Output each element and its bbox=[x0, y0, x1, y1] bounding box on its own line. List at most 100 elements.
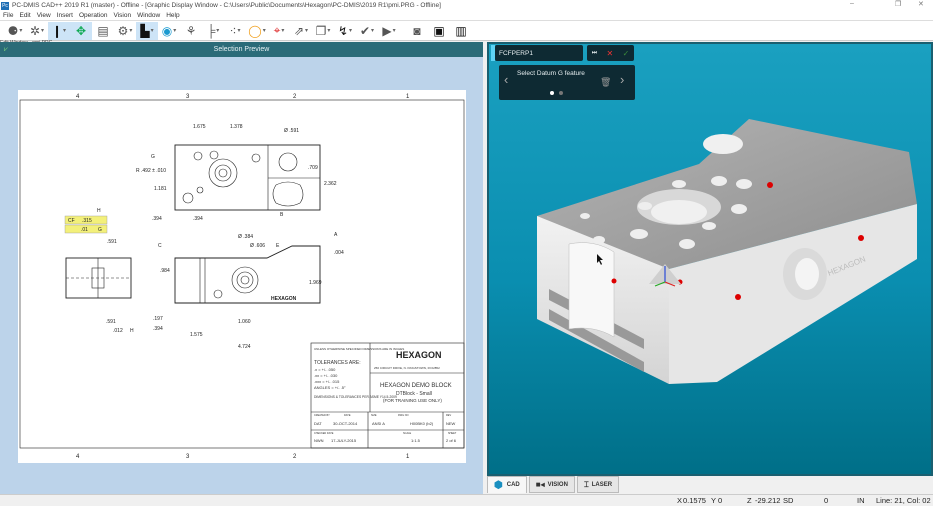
front-view bbox=[174, 245, 321, 304]
dim: 1.060 bbox=[238, 319, 251, 325]
panel-title: Selection Preview bbox=[213, 46, 270, 53]
view-tabs: ⬢ CAD ■◂ VISION ⌶ LASER bbox=[487, 476, 933, 494]
check-icon[interactable]: ✔ ▾ bbox=[356, 22, 378, 40]
fcf: .004 bbox=[334, 250, 344, 256]
dim: 4.724 bbox=[238, 344, 251, 350]
menu-bar: File Edit View Insert Operation Vision W… bbox=[0, 11, 933, 21]
sd-label: SD bbox=[783, 496, 794, 505]
app-icon: Pc bbox=[1, 1, 9, 10]
scatter-icon[interactable]: ⁖ ▾ bbox=[224, 22, 246, 40]
laser-icon: ⌶ bbox=[583, 479, 589, 489]
tb-date: 30-OCT-2014 bbox=[333, 421, 358, 426]
col-label: 1 bbox=[406, 454, 410, 460]
tb-address: 250 CIRCUIT DRIVE, N. KINGSTOWN, RI 0285… bbox=[374, 366, 440, 370]
dim: 1.181 bbox=[154, 186, 167, 192]
tb-date: 17-JULY-2015 bbox=[331, 438, 357, 443]
col-label: 3 bbox=[186, 454, 190, 460]
probe-mode-icon[interactable]: ✲ ▾ bbox=[26, 22, 48, 40]
tb-label: SHEET bbox=[448, 432, 457, 435]
col-label: 1 bbox=[406, 94, 410, 100]
layout-icon[interactable]: ▥ bbox=[450, 22, 472, 40]
path-icon[interactable]: ↯ ▾ bbox=[334, 22, 356, 40]
viewset-icon[interactable]: ✥ bbox=[70, 21, 92, 40]
camera-icon[interactable]: ◙ bbox=[406, 22, 428, 40]
cad-model-view[interactable]: HEXAGON bbox=[489, 44, 931, 474]
menu-window[interactable]: Window bbox=[137, 12, 160, 19]
z-label: Z bbox=[747, 496, 752, 505]
restore-button[interactable]: ❐ bbox=[895, 0, 901, 8]
tb-dwg: H00BK0 (b2) bbox=[410, 421, 434, 426]
fcf: Ø .606 bbox=[250, 243, 265, 249]
circle-feature-icon[interactable]: ◯ ▾ bbox=[246, 22, 268, 40]
comment-icon[interactable]: ▤ bbox=[92, 22, 114, 40]
x-value: 0.1575 bbox=[683, 496, 706, 505]
tb-label: REV bbox=[446, 414, 451, 417]
alignment-icon[interactable]: ❙ ▾ bbox=[48, 21, 70, 40]
datum-label: A bbox=[334, 232, 338, 238]
tb-tol: .x = +/- .050 bbox=[314, 367, 336, 372]
dim: .394 bbox=[152, 216, 162, 222]
x-label: X bbox=[677, 496, 683, 505]
dim: 1.378 bbox=[230, 124, 243, 130]
dim: 1.675 bbox=[193, 124, 206, 130]
dimension-icon[interactable]: ╞ ▾ bbox=[202, 22, 224, 40]
graph-icon[interactable]: ⇗ ▾ bbox=[290, 22, 312, 40]
col-label: 4 bbox=[76, 454, 80, 460]
selection-preview-header: ⩗ Selection Preview bbox=[0, 42, 483, 57]
row-label: C bbox=[18, 229, 19, 235]
cf-label: CF bbox=[68, 218, 75, 224]
menu-operation[interactable]: Operation bbox=[79, 12, 108, 19]
probe-icon[interactable]: ⚈ ▾ bbox=[4, 22, 26, 40]
graphic-display-window[interactable]: FCFPERP1 ⏭ ✕ ✓ Select Datum G feature ‹ … bbox=[487, 42, 933, 476]
y-label: Y bbox=[711, 496, 717, 505]
settings-icon[interactable]: ⚙ ▾ bbox=[114, 22, 136, 40]
datum-label: B bbox=[280, 212, 284, 218]
menu-insert[interactable]: Insert bbox=[57, 12, 73, 19]
operator-mode-icon[interactable]: ▙ ▾ bbox=[136, 21, 158, 40]
menu-view[interactable]: View bbox=[37, 12, 51, 19]
menu-edit[interactable]: Edit bbox=[19, 12, 30, 19]
dim: .984 bbox=[160, 268, 170, 274]
z-value: -29.212 bbox=[755, 496, 781, 505]
auto-feature-icon[interactable]: ◉ ▾ bbox=[158, 22, 180, 40]
dim: .591 bbox=[106, 319, 116, 325]
selection-preview-panel: ⩗ Selection Preview 4 3 2 1 4 3 2 1 D C … bbox=[0, 42, 483, 494]
toolbar: ⚈ ▾ ✲ ▾ ❙ ▾ ✥ ▤ ⚙ ▾ ▙ ▾ ◉ ▾ ⚘ ╞ ▾ ⁖ ▾ ◯ ▾ ⌖ ▾ ⇗ ▾ ❐… bbox=[0, 21, 933, 41]
dim: .591 bbox=[107, 239, 117, 245]
part-logo: HEXAGON bbox=[271, 296, 297, 302]
units: IN bbox=[857, 496, 865, 505]
close-button[interactable]: ✕ bbox=[918, 0, 924, 8]
dim: .394 bbox=[153, 326, 163, 332]
cube-icon: ⬢ bbox=[494, 479, 503, 491]
report-icon[interactable]: ▣ bbox=[428, 22, 450, 40]
side-view bbox=[65, 257, 132, 299]
dim: 1.575 bbox=[190, 332, 203, 338]
constructed-feature-icon[interactable]: ⚘ bbox=[180, 22, 202, 40]
fcf: .01 bbox=[81, 227, 88, 233]
dim: .315 bbox=[82, 218, 92, 224]
tb-label: CHECKED DATE bbox=[314, 432, 334, 435]
top-view bbox=[174, 144, 321, 211]
tb-part-note: (FOR TRAINING USE ONLY) bbox=[383, 398, 442, 403]
tab-laser[interactable]: ⌶ LASER bbox=[576, 476, 620, 493]
dim: 1.969 bbox=[309, 280, 322, 286]
drawing-sheet[interactable]: 4 3 2 1 4 3 2 1 D C B A D C 1.675 bbox=[14, 90, 472, 463]
tb-part-title: HEXAGON DEMO BLOCK bbox=[380, 383, 452, 389]
menu-vision[interactable]: Vision bbox=[113, 12, 131, 19]
menu-help[interactable]: Help bbox=[166, 12, 179, 19]
tb-company: HEXAGON bbox=[396, 350, 442, 360]
execute-icon[interactable]: ▶ ▾ bbox=[378, 22, 400, 40]
tb-checked-by: NWN bbox=[314, 438, 324, 443]
datum-target-icon[interactable]: ⌖ ▾ bbox=[268, 22, 290, 40]
menu-file[interactable]: File bbox=[3, 12, 13, 19]
dim: Ø .384 bbox=[238, 234, 253, 240]
copy-icon[interactable]: ❐ ▾ bbox=[312, 22, 334, 40]
minimize-button[interactable]: – bbox=[850, 0, 854, 7]
y-value: 0 bbox=[718, 496, 723, 505]
demo-block-model: HEXAGON bbox=[537, 119, 917, 384]
dim: .197 bbox=[153, 316, 163, 322]
dim: R .492 ± .010 bbox=[136, 168, 166, 174]
tab-cad[interactable]: ⬢ CAD bbox=[487, 476, 527, 493]
tb-tol: ANGLES = +/- .5° bbox=[314, 385, 346, 390]
tab-vision[interactable]: ■◂ VISION bbox=[528, 476, 575, 493]
